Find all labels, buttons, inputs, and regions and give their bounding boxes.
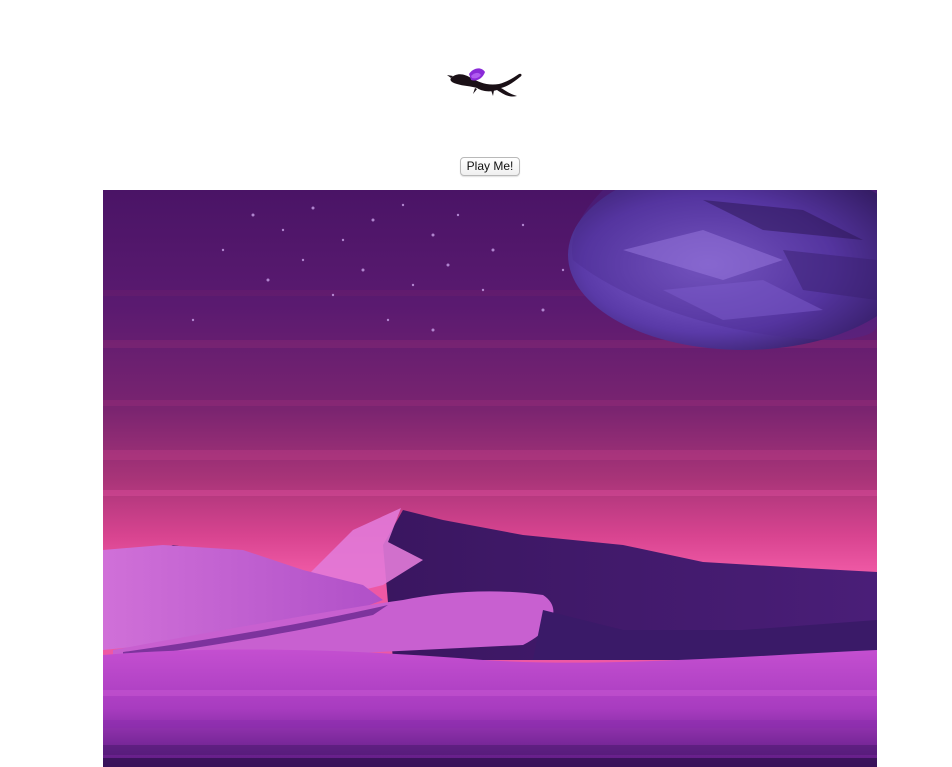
game-canvas[interactable] xyxy=(103,190,877,767)
dragon-icon xyxy=(447,66,525,102)
game-page: Play Me! xyxy=(0,0,952,767)
play-button[interactable]: Play Me! xyxy=(460,157,520,176)
